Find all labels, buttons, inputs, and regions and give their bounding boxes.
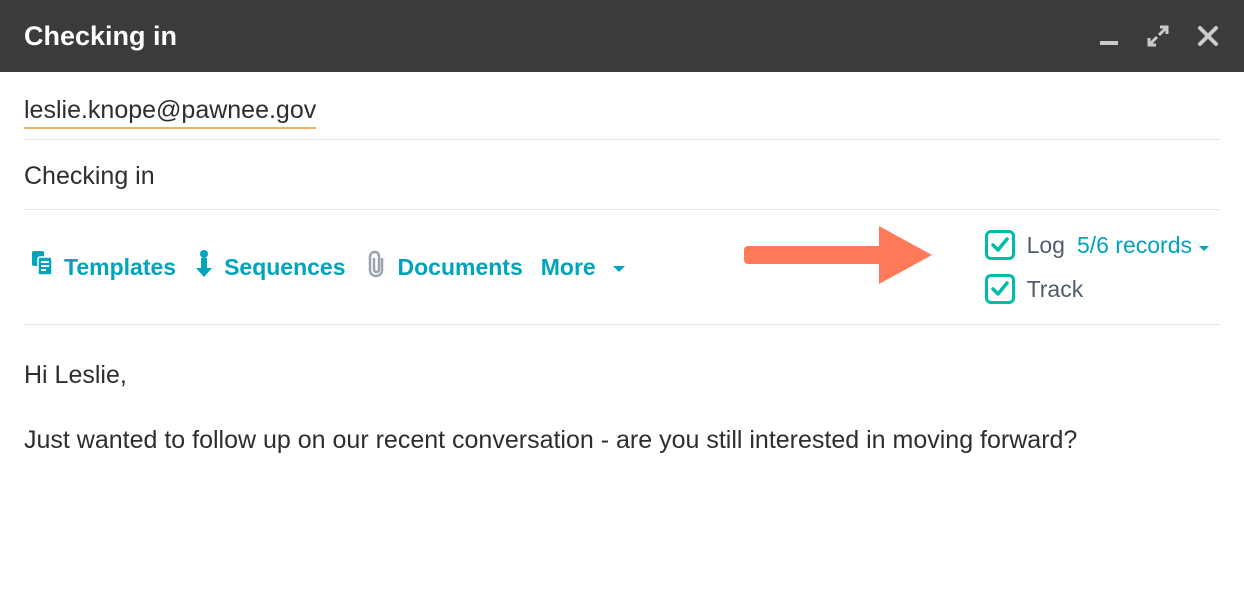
- templates-label: Templates: [64, 254, 176, 281]
- window-controls: [1098, 24, 1220, 48]
- subject-text: Checking in: [24, 162, 155, 190]
- log-label: Log: [1027, 232, 1065, 259]
- records-count: 5/6 records: [1077, 232, 1192, 259]
- minimize-icon[interactable]: [1098, 25, 1120, 47]
- recipient-chip[interactable]: leslie.knope@pawnee.gov: [24, 96, 316, 129]
- documents-button[interactable]: Documents: [364, 250, 523, 284]
- log-option: Log 5/6 records: [985, 230, 1210, 260]
- documents-label: Documents: [398, 254, 523, 281]
- log-records-dropdown[interactable]: 5/6 records: [1077, 231, 1210, 260]
- track-option: Track: [985, 274, 1210, 304]
- subject-field[interactable]: Checking in: [24, 140, 1220, 210]
- track-label: Track: [1027, 276, 1084, 303]
- more-label: More: [541, 254, 596, 281]
- body-greeting: Hi Leslie,: [24, 353, 1220, 398]
- attachment-icon: [364, 250, 388, 284]
- close-icon[interactable]: [1196, 24, 1220, 48]
- more-button[interactable]: More: [541, 254, 626, 281]
- window-title: Checking in: [24, 21, 177, 52]
- sequences-icon: [194, 250, 214, 284]
- chevron-down-icon: [612, 254, 626, 281]
- email-body[interactable]: Hi Leslie, Just wanted to follow up on o…: [24, 325, 1220, 463]
- to-field[interactable]: leslie.knope@pawnee.gov: [24, 72, 1220, 140]
- compose-toolbar: Templates Sequences Do: [24, 210, 1220, 325]
- sequences-button[interactable]: Sequences: [194, 250, 345, 284]
- templates-button[interactable]: Templates: [30, 251, 176, 283]
- annotation-arrow: [744, 224, 934, 289]
- window-header: Checking in: [0, 0, 1244, 72]
- sequences-label: Sequences: [224, 254, 345, 281]
- log-checkbox[interactable]: [985, 230, 1015, 260]
- templates-icon: [30, 251, 54, 283]
- track-checkbox[interactable]: [985, 274, 1015, 304]
- body-paragraph: Just wanted to follow up on our recent c…: [24, 418, 1220, 463]
- chevron-down-icon: [1198, 233, 1210, 260]
- expand-icon[interactable]: [1146, 24, 1170, 48]
